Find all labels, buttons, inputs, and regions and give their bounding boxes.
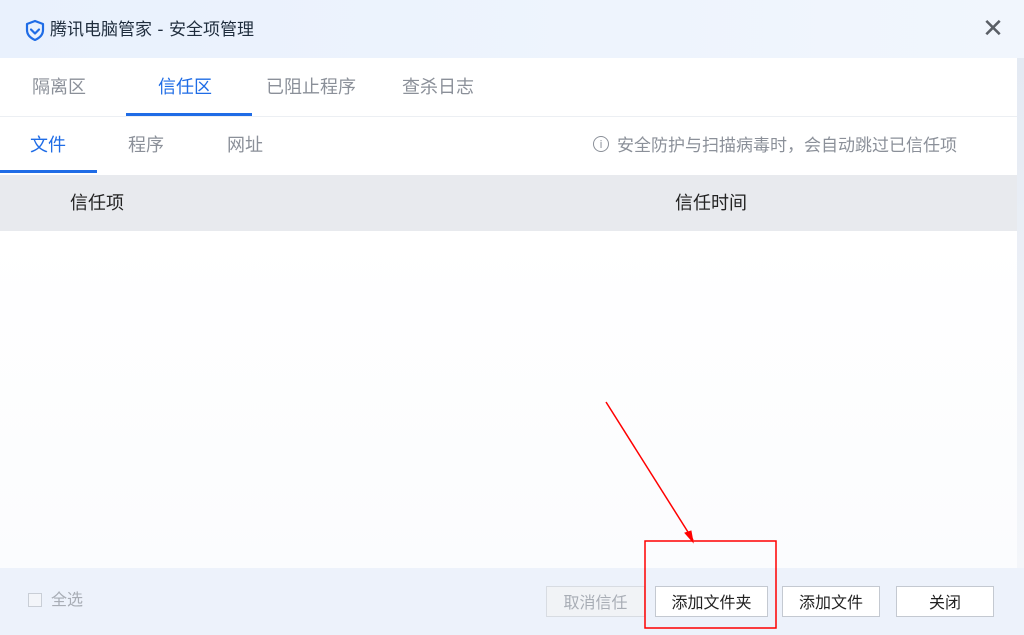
info-icon: i <box>593 136 609 152</box>
subtab-urls[interactable]: 网址 <box>227 117 263 173</box>
tab-quarantine[interactable]: 隔离区 <box>32 58 86 116</box>
add-folder-button[interactable]: 添加文件夹 <box>655 586 768 617</box>
info-hint-text: 安全防护与扫描病毒时，会自动跳过已信任项 <box>617 136 957 156</box>
trusted-items-list <box>0 231 1017 568</box>
untrust-button[interactable]: 取消信任 <box>546 586 645 617</box>
info-hint: i 安全防护与扫描病毒时，会自动跳过已信任项 <box>593 117 957 173</box>
column-trusted-time[interactable]: 信任时间 <box>675 175 747 231</box>
security-item-manager-window: 腾讯电脑管家 - 安全项管理 ✕ 隔离区 信任区 已阻止程序 查杀日志 文件 程… <box>0 0 1024 635</box>
tab-blocked-programs[interactable]: 已阻止程序 <box>266 58 356 116</box>
tab-scan-log[interactable]: 查杀日志 <box>402 58 474 116</box>
select-all-checkbox[interactable] <box>28 593 42 607</box>
window-edge <box>1017 58 1024 578</box>
close-icon[interactable]: ✕ <box>978 14 1008 44</box>
select-all-label: 全选 <box>51 590 84 609</box>
add-file-button[interactable]: 添加文件 <box>782 586 880 617</box>
active-subtab-indicator <box>0 170 97 173</box>
main-tab-bar: 隔离区 信任区 已阻止程序 查杀日志 <box>0 58 1017 117</box>
active-tab-indicator <box>126 113 252 116</box>
tab-trust-zone[interactable]: 信任区 <box>158 58 212 116</box>
tencent-shield-icon <box>25 19 45 41</box>
table-header: 信任项 信任时间 <box>0 175 1017 231</box>
title-bar: 腾讯电脑管家 - 安全项管理 ✕ <box>0 0 1024 58</box>
column-trusted-item[interactable]: 信任项 <box>70 175 124 231</box>
close-button[interactable]: 关闭 <box>896 586 994 617</box>
window-title: 腾讯电脑管家 - 安全项管理 <box>50 20 254 40</box>
subtab-programs[interactable]: 程序 <box>128 117 164 173</box>
subtab-files[interactable]: 文件 <box>30 117 66 173</box>
